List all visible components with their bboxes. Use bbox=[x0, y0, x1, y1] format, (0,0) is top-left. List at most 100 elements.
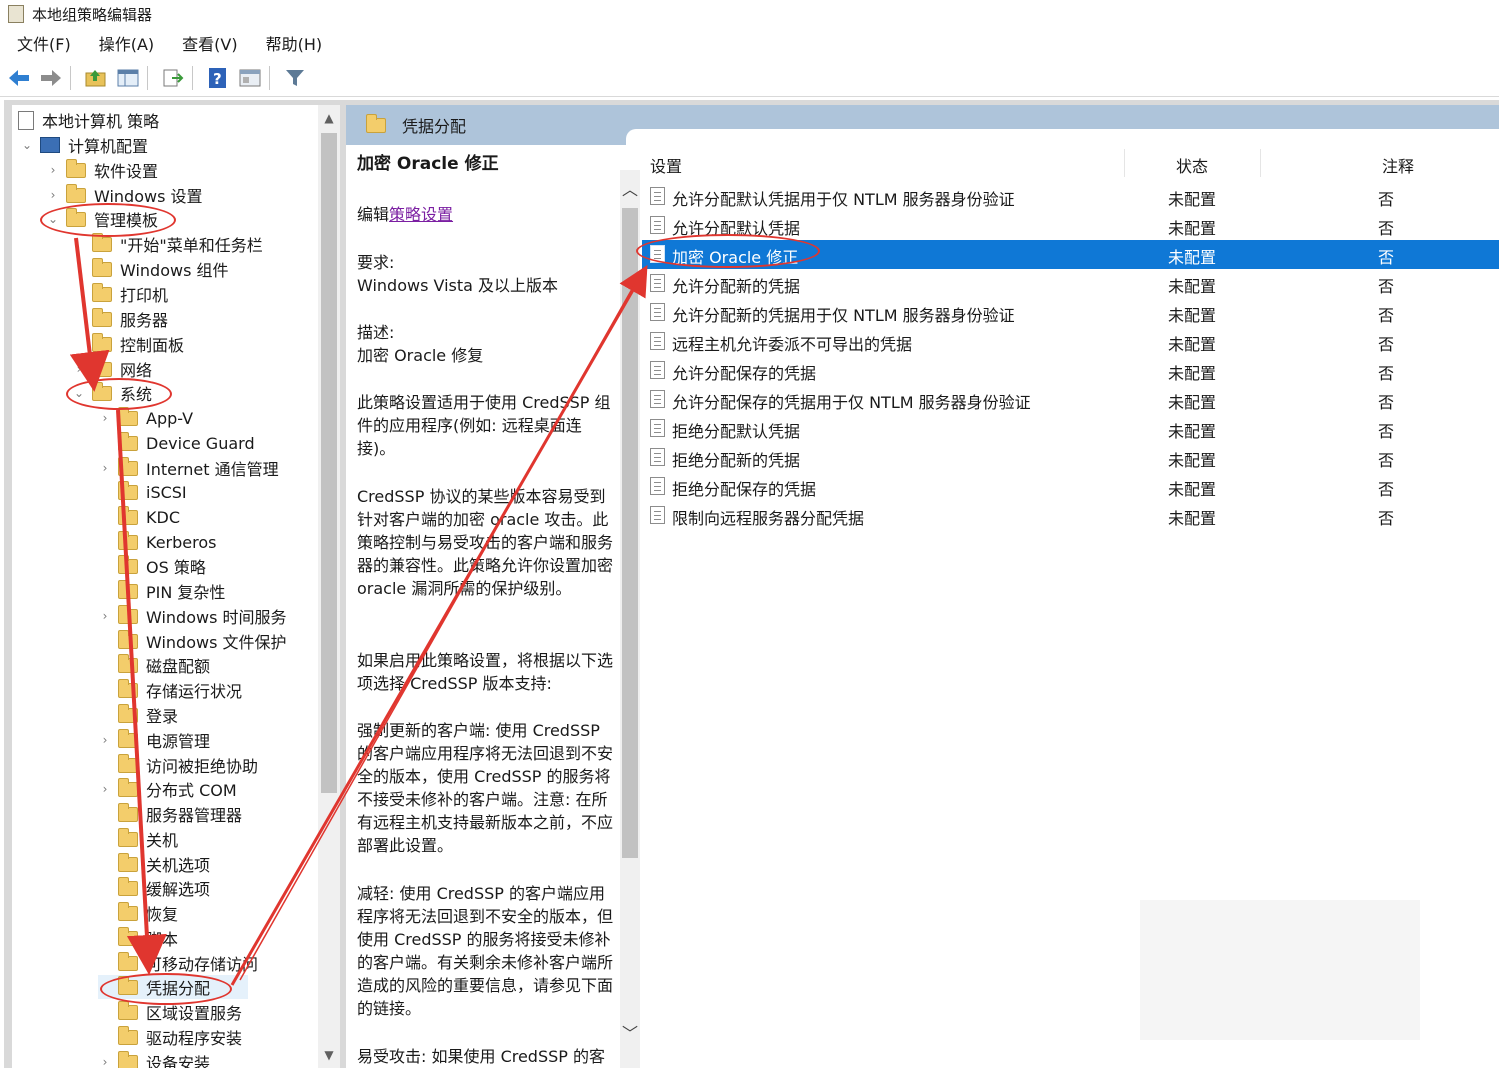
list-item[interactable]: 允许分配保存的凭据 未配置否 bbox=[642, 356, 1499, 385]
tree-item[interactable]: 服务器管理器 bbox=[98, 802, 242, 826]
list-item[interactable]: 允许分配新的凭据用于仅 NTLM 服务器身份验证 未配置否 bbox=[642, 298, 1499, 327]
annotation-ring-admin-templates bbox=[40, 203, 176, 237]
menu-action[interactable]: 操作(A) bbox=[88, 31, 165, 55]
list-item[interactable]: 拒绝分配新的凭据 未配置否 bbox=[642, 443, 1499, 472]
requirements-value: Windows Vista 及以上版本 bbox=[357, 276, 559, 295]
scrollbar-thumb[interactable] bbox=[622, 208, 638, 858]
edit-policy-line: 编辑策略设置 bbox=[357, 205, 454, 224]
chevron-down-icon[interactable]: ﹀ bbox=[620, 1020, 640, 1044]
tree-scrollbar[interactable]: ▲ ▼ bbox=[318, 105, 340, 1068]
tree-item[interactable]: 关机选项 bbox=[98, 852, 210, 876]
toolbar-separator bbox=[269, 66, 270, 90]
menu-help[interactable]: 帮助(H) bbox=[255, 31, 334, 55]
tree-item[interactable]: Windows 文件保护 bbox=[98, 629, 287, 653]
list-header: 设置 状态 注释 bbox=[642, 145, 1499, 179]
toolbar-separator bbox=[147, 66, 148, 90]
folder-icon bbox=[118, 876, 138, 896]
chevron-down-icon[interactable]: ⌄ bbox=[20, 138, 34, 152]
folder-icon bbox=[118, 1050, 138, 1068]
tree-item[interactable]: 可移动存储访问 bbox=[98, 951, 258, 975]
tree-item[interactable]: 打印机 bbox=[72, 282, 168, 306]
tree-item[interactable]: › Internet 通信管理 bbox=[98, 456, 279, 480]
list-item[interactable]: 拒绝分配保存的凭据 未配置否 bbox=[642, 472, 1499, 501]
folder-icon bbox=[118, 431, 138, 451]
chevron-right-icon[interactable]: › bbox=[98, 733, 112, 747]
menu-file[interactable]: 文件(F) bbox=[6, 31, 82, 55]
tree-item[interactable]: KDC bbox=[98, 505, 180, 529]
tree-item[interactable]: › Windows 时间服务 bbox=[98, 604, 287, 628]
tree-item[interactable]: 访问被拒绝协助 bbox=[98, 753, 258, 777]
chevron-right-icon[interactable]: › bbox=[72, 362, 86, 376]
column-divider[interactable] bbox=[1260, 149, 1261, 177]
chevron-right-icon[interactable]: › bbox=[98, 782, 112, 796]
tree-item[interactable]: 控制面板 bbox=[72, 332, 184, 356]
folder-icon bbox=[118, 951, 138, 971]
tree-item[interactable]: 服务器 bbox=[72, 307, 168, 331]
folder-icon bbox=[66, 158, 86, 178]
column-setting[interactable]: 设置 bbox=[650, 153, 682, 177]
chevron-right-icon[interactable]: › bbox=[46, 163, 60, 177]
tree-item[interactable]: › 分布式 COM bbox=[98, 777, 237, 801]
list-item[interactable]: 远程主机允许委派不可导出的凭据 未配置否 bbox=[642, 327, 1499, 356]
chevron-right-icon[interactable]: › bbox=[46, 188, 60, 202]
list-item[interactable]: 拒绝分配默认凭据 未配置否 bbox=[642, 414, 1499, 443]
export-list-icon[interactable] bbox=[160, 65, 186, 91]
folder-icon bbox=[118, 728, 138, 748]
list-item[interactable]: 限制向远程服务器分配凭据 未配置否 bbox=[642, 501, 1499, 530]
scroll-down-icon[interactable]: ▼ bbox=[318, 1044, 340, 1066]
list-item[interactable]: 允许分配新的凭据 未配置否 bbox=[642, 269, 1499, 298]
chevron-right-icon[interactable]: › bbox=[98, 411, 112, 425]
description-scrollbar[interactable]: ︿ ﹀ bbox=[620, 170, 640, 1068]
scroll-up-icon[interactable]: ▲ bbox=[318, 107, 340, 129]
properties-icon[interactable] bbox=[237, 65, 263, 91]
menu-view[interactable]: 查看(V) bbox=[171, 31, 248, 55]
list-item[interactable]: 允许分配保存的凭据用于仅 NTLM 服务器身份验证 未配置否 bbox=[642, 385, 1499, 414]
tree-item[interactable]: 关机 bbox=[98, 827, 178, 851]
policy-setting-icon bbox=[650, 477, 665, 495]
tree-item[interactable]: 存储运行状况 bbox=[98, 678, 242, 702]
filter-icon[interactable] bbox=[282, 65, 308, 91]
chevron-right-icon[interactable]: › bbox=[98, 461, 112, 475]
forward-arrow-icon[interactable] bbox=[38, 65, 64, 91]
column-comment[interactable]: 注释 bbox=[1382, 153, 1414, 177]
folder-icon bbox=[118, 554, 138, 574]
tree-item[interactable]: 缓解选项 bbox=[98, 876, 210, 900]
folder-icon bbox=[66, 183, 86, 203]
column-divider[interactable] bbox=[1124, 149, 1125, 177]
description-pane: 加密 Oracle 修正 编辑策略设置 要求: Windows Vista 及以… bbox=[346, 145, 618, 1068]
tree-root[interactable]: 本地计算机 策略 bbox=[18, 108, 159, 132]
folder-icon bbox=[92, 357, 112, 377]
policy-editor-icon bbox=[8, 5, 24, 23]
tree-item[interactable]: PIN 复杂性 bbox=[98, 579, 225, 603]
tree-item[interactable]: iSCSI bbox=[98, 480, 187, 504]
folder-icon bbox=[92, 282, 112, 302]
toolbar-separator bbox=[192, 66, 193, 90]
help-icon[interactable]: ? bbox=[205, 65, 231, 91]
chevron-up-icon[interactable]: ︿ bbox=[620, 176, 640, 200]
tree-item[interactable]: 登录 bbox=[98, 703, 178, 727]
tree-item[interactable]: Windows 组件 bbox=[72, 257, 229, 281]
back-arrow-icon[interactable] bbox=[6, 65, 32, 91]
tree-item[interactable]: OS 策略 bbox=[98, 554, 206, 578]
tree-item[interactable]: › 电源管理 bbox=[98, 728, 210, 752]
tree-item[interactable]: › 设备安装 bbox=[98, 1050, 210, 1068]
tree-item[interactable]: Device Guard bbox=[98, 431, 255, 455]
tree-item[interactable]: Kerberos bbox=[98, 530, 216, 554]
annotation-ring-oracle-setting bbox=[636, 234, 820, 268]
column-state[interactable]: 状态 bbox=[1176, 153, 1208, 177]
list-item[interactable]: 允许分配默认凭据用于仅 NTLM 服务器身份验证 未配置否 bbox=[642, 182, 1499, 211]
policy-settings-link[interactable]: 策略设置 bbox=[389, 205, 453, 224]
up-folder-icon[interactable] bbox=[83, 65, 109, 91]
tree-item[interactable]: 恢复 bbox=[98, 901, 178, 925]
description-value: 加密 Oracle 修复 bbox=[357, 346, 484, 365]
chevron-right-icon[interactable]: › bbox=[98, 1055, 112, 1068]
tree-computer-config[interactable]: ⌄ 计算机配置 bbox=[20, 133, 148, 157]
toolbar-separator bbox=[70, 66, 71, 90]
scrollbar-thumb[interactable] bbox=[321, 133, 337, 793]
tree-software-settings[interactable]: › 软件设置 bbox=[46, 158, 158, 182]
tree-item[interactable]: 磁盘配额 bbox=[98, 653, 210, 677]
chevron-right-icon[interactable]: › bbox=[98, 609, 112, 623]
tree-item[interactable]: 脚本 bbox=[98, 926, 178, 950]
tree-item[interactable]: 驱动程序安装 bbox=[98, 1025, 242, 1049]
show-hide-tree-icon[interactable] bbox=[115, 65, 141, 91]
